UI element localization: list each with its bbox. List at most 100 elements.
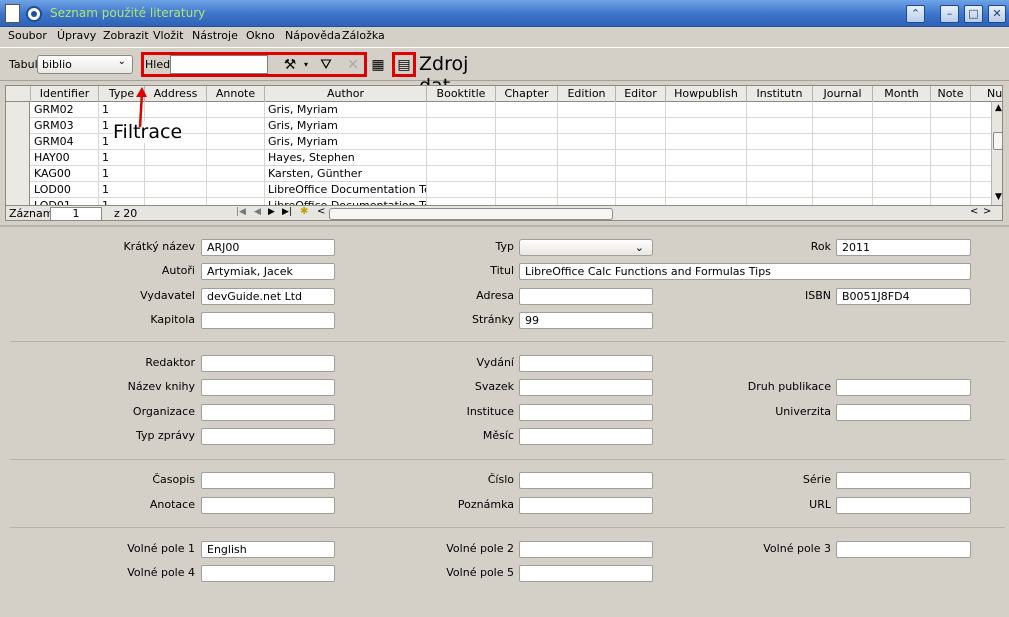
col-header[interactable]: Identifier [31, 86, 99, 102]
search-input[interactable] [170, 55, 268, 74]
cell[interactable] [931, 150, 971, 166]
table-row[interactable]: LOD00 1 LibreOffice Documentation Team [6, 182, 1002, 198]
cell[interactable] [666, 166, 747, 182]
table-row[interactable]: KAG00 1 Karsten, Günther [6, 166, 1002, 182]
cell[interactable] [931, 102, 971, 118]
menu-napoveda[interactable]: Nápověda [285, 29, 341, 42]
field-adresa[interactable] [519, 288, 653, 305]
field-vydavatel[interactable]: devGuide.net Ltd [201, 288, 335, 305]
cell[interactable] [931, 166, 971, 182]
cell-address[interactable] [145, 166, 207, 182]
cell[interactable] [931, 182, 971, 198]
chevron-left-icon[interactable]: < [317, 206, 325, 217]
col-header[interactable]: Journal [813, 86, 873, 102]
cell-identifier[interactable]: GRM03 [31, 118, 99, 134]
col-header[interactable]: Howpublish [666, 86, 747, 102]
cell-annote[interactable] [207, 166, 265, 182]
cell[interactable] [813, 134, 873, 150]
cell[interactable] [747, 118, 813, 134]
field-druh-publikace[interactable] [836, 379, 971, 396]
row-handle[interactable] [6, 150, 30, 166]
field-mesic[interactable] [519, 428, 653, 445]
menu-okno[interactable]: Okno [246, 29, 275, 42]
record-number-input[interactable]: 1 [50, 207, 102, 220]
cell-annote[interactable] [207, 182, 265, 198]
field-volne-pole-2[interactable] [519, 541, 653, 558]
cell[interactable] [616, 182, 666, 198]
field-kapitola[interactable] [201, 312, 335, 329]
cell[interactable] [666, 134, 747, 150]
cell[interactable] [616, 166, 666, 182]
cell-annote[interactable] [207, 118, 265, 134]
col-header[interactable]: Author [265, 86, 427, 102]
field-vydani[interactable] [519, 355, 653, 372]
menu-soubor[interactable]: Soubor [8, 29, 47, 42]
last-record-icon[interactable]: ▶| [282, 207, 292, 217]
close-button[interactable]: ✕ [988, 5, 1006, 23]
row-handle[interactable] [6, 166, 30, 182]
field-isbn[interactable]: B0051J8FD4 [836, 288, 971, 305]
select-typ[interactable]: ⌄ [519, 239, 653, 256]
cell[interactable] [496, 150, 558, 166]
cell-identifier[interactable]: GRM04 [31, 134, 99, 150]
filter-icon[interactable]: ⛛ [317, 56, 335, 74]
cell[interactable] [558, 166, 616, 182]
cell-address[interactable] [145, 182, 207, 198]
cell[interactable] [747, 134, 813, 150]
col-header[interactable]: Address [145, 86, 207, 102]
row-handle[interactable] [6, 102, 30, 118]
field-url[interactable] [836, 497, 971, 514]
cell[interactable] [813, 182, 873, 198]
field-redaktor[interactable] [201, 355, 335, 372]
field-typ-zpravy[interactable] [201, 428, 335, 445]
field-poznamka[interactable] [519, 497, 653, 514]
cell[interactable] [873, 166, 931, 182]
col-header[interactable]: Month [873, 86, 931, 102]
cell[interactable] [813, 102, 873, 118]
cell[interactable] [873, 118, 931, 134]
cell-annote[interactable] [207, 150, 265, 166]
new-record-icon[interactable]: ✱ [300, 206, 308, 217]
field-volne-pole-5[interactable] [519, 565, 653, 582]
field-volne-pole-3[interactable] [836, 541, 971, 558]
data-source-icon[interactable]: ▤ [395, 56, 413, 74]
row-handle[interactable] [6, 134, 30, 150]
cell-annote[interactable] [207, 134, 265, 150]
col-header[interactable]: Chapter [496, 86, 558, 102]
field-titul[interactable]: LibreOffice Calc Functions and Formulas … [519, 263, 971, 280]
col-header[interactable]: Note [931, 86, 971, 102]
field-cislo[interactable] [519, 472, 653, 489]
cell[interactable] [616, 134, 666, 150]
cell[interactable] [558, 102, 616, 118]
cell[interactable] [616, 150, 666, 166]
field-organizace[interactable] [201, 404, 335, 421]
table-select[interactable]: biblio ⌄ [37, 55, 133, 74]
cell[interactable] [558, 134, 616, 150]
cell[interactable] [558, 150, 616, 166]
chevron-right-icon[interactable]: > [983, 206, 991, 217]
table-row[interactable]: GRM02 1 Gris, Myriam [6, 102, 1002, 118]
cell-address[interactable] [145, 150, 207, 166]
cell[interactable] [427, 150, 496, 166]
cell[interactable] [616, 102, 666, 118]
cell[interactable] [873, 182, 931, 198]
prev-record-icon[interactable]: ◀ [254, 207, 261, 217]
field-univerzita[interactable] [836, 404, 971, 421]
chevron-down-icon[interactable]: ▼ [993, 192, 1002, 202]
cell[interactable] [427, 166, 496, 182]
field-instituce[interactable] [519, 404, 653, 421]
cell-author[interactable]: Karsten, Günther [265, 166, 427, 182]
cell-identifier[interactable]: LOD00 [31, 182, 99, 198]
chevron-up-icon[interactable]: ▲ [993, 103, 1002, 113]
col-header[interactable]: Booktitle [427, 86, 496, 102]
app-icon[interactable] [26, 6, 42, 22]
chevron-down-icon[interactable]: ▾ [301, 56, 311, 74]
menu-upravy[interactable]: Úpravy [57, 29, 96, 42]
cell[interactable] [666, 118, 747, 134]
cell[interactable] [427, 182, 496, 198]
cell-author[interactable]: Gris, Myriam [265, 118, 427, 134]
cell[interactable] [873, 134, 931, 150]
cell-identifier[interactable]: GRM02 [31, 102, 99, 118]
menu-vlozit[interactable]: Vložit [153, 29, 183, 42]
chevron-left-icon[interactable]: < [970, 206, 978, 217]
